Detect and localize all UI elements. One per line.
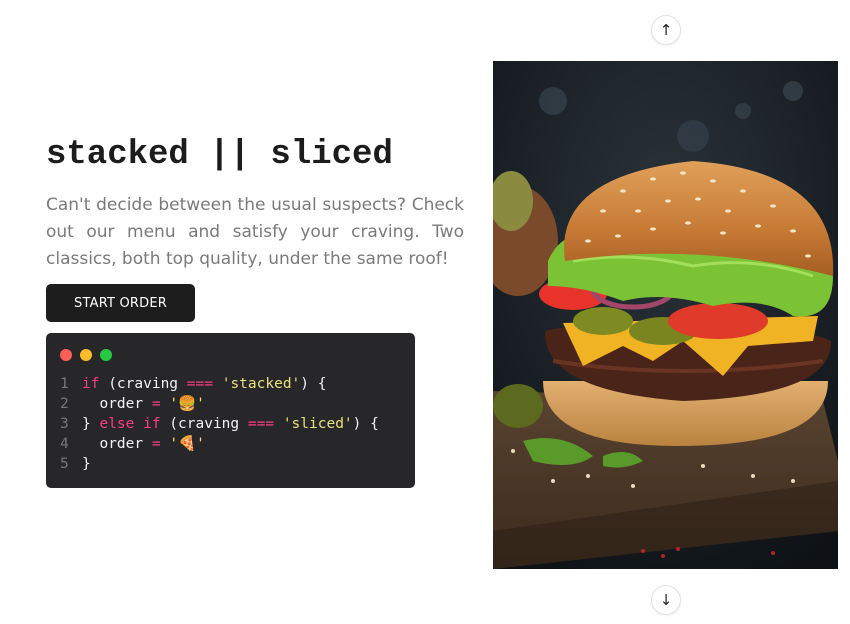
- code-token-op: =: [151, 436, 161, 452]
- burger-photo: [493, 61, 838, 569]
- code-token-op: ===: [186, 376, 213, 392]
- arrow-down-icon: ↓: [659, 591, 673, 609]
- code-token-str: '🍕': [169, 436, 205, 452]
- line-number: 1: [60, 376, 69, 392]
- code-line: 2 order = '🍔': [60, 394, 405, 414]
- code-token-plain: (craving: [108, 376, 187, 392]
- scroll-down-button[interactable]: ↓: [651, 585, 681, 615]
- code-token-plain: order: [82, 396, 152, 412]
- line-number: 4: [60, 436, 69, 452]
- code-token-str: 'sliced': [282, 416, 353, 432]
- code-token-op: ===: [247, 416, 275, 432]
- code-window: 1 if (craving === 'stacked') {2 order = '…: [46, 333, 415, 488]
- code-token-plain: order: [82, 436, 152, 452]
- hero-description: Can't decide between the usual suspects?…: [46, 195, 464, 269]
- code-token-plain: }: [82, 416, 100, 432]
- line-number: 3: [60, 416, 69, 432]
- maximize-dot: [100, 349, 112, 361]
- code-line: 4 order = '🍕': [60, 434, 405, 454]
- line-number: 5: [60, 456, 69, 472]
- code-line: 3} else if (craving === 'sliced') {: [60, 414, 405, 434]
- code-block: 1 if (craving === 'stacked') {2 order = '…: [60, 374, 405, 474]
- code-token-op: =: [151, 396, 161, 412]
- code-line: 5}: [60, 454, 405, 474]
- code-token-plain: }: [82, 456, 91, 472]
- scroll-up-button[interactable]: ↑: [651, 15, 681, 45]
- code-token-plain: ) {: [300, 376, 327, 392]
- line-number: 2: [60, 396, 69, 412]
- code-token-str: 'stacked': [221, 376, 301, 392]
- code-token-str: '🍔': [169, 396, 205, 412]
- code-token-kw: if: [82, 376, 109, 392]
- minimize-dot: [80, 349, 92, 361]
- code-token-plain: (craving: [160, 416, 248, 432]
- code-line: 1 if (craving === 'stacked') {: [60, 374, 405, 394]
- hero-title: stacked || sliced: [46, 136, 393, 174]
- start-order-button[interactable]: START ORDER: [46, 284, 195, 322]
- arrow-up-icon: ↑: [659, 21, 673, 39]
- code-token-plain: ) {: [352, 416, 379, 432]
- code-token-kw: else if: [99, 416, 161, 432]
- close-dot: [60, 349, 72, 361]
